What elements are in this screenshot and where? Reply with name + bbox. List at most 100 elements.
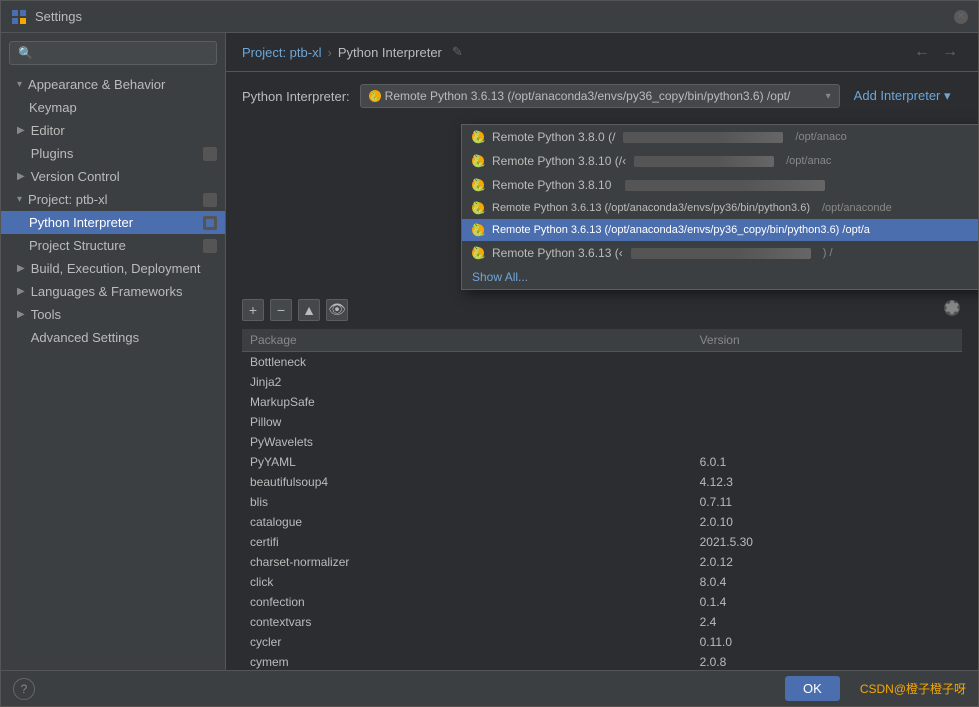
table-row[interactable]: PyYAML6.0.1 xyxy=(242,452,962,472)
expand-arrow-editor: ▶ xyxy=(17,125,25,136)
sidebar-item-label: Plugins xyxy=(31,146,74,161)
table-row[interactable]: beautifulsoup44.12.3 xyxy=(242,472,962,492)
sidebar-item-plugins[interactable]: ▶ Plugins xyxy=(1,142,225,165)
sidebar-item-label: Python Interpreter xyxy=(29,215,133,230)
add-package-button[interactable]: + xyxy=(242,299,264,321)
interpreter-selected-text: Remote Python 3.6.13 (/opt/anaconda3/env… xyxy=(385,89,822,103)
search-input[interactable] xyxy=(9,41,217,65)
table-header: Package Version xyxy=(242,329,962,352)
nav-back[interactable]: ← xyxy=(910,41,934,63)
package-version xyxy=(692,432,962,452)
sidebar-item-editor[interactable]: ▶ Editor xyxy=(1,119,225,142)
package-name: cymem xyxy=(242,652,692,670)
app-icon xyxy=(11,9,27,25)
table-row[interactable]: Pillow xyxy=(242,412,962,432)
interpreter-label: Python Interpreter: xyxy=(242,89,350,104)
dropdown-item-label: Remote Python 3.8.10 xyxy=(492,178,611,192)
package-name: cycler xyxy=(242,632,692,652)
package-version xyxy=(692,412,962,432)
package-version: 0.1.4 xyxy=(692,592,962,612)
sidebar-item-tools[interactable]: ▶ Tools xyxy=(1,303,225,326)
blurred-path xyxy=(634,156,774,167)
watermark-text: CSDN@橙子橙子呀 xyxy=(860,680,966,697)
up-package-button[interactable]: ▲ xyxy=(298,299,320,321)
python-dot-icon: 🐍 xyxy=(369,90,381,102)
settings-icon-area xyxy=(942,298,962,321)
python-dot-icon: 🐍 xyxy=(472,131,484,143)
sidebar: ▾ Appearance & Behavior Keymap ▶ Editor … xyxy=(1,33,226,670)
table-row[interactable]: catalogue2.0.10 xyxy=(242,512,962,532)
sidebar-item-keymap[interactable]: Keymap xyxy=(1,96,225,119)
package-name: confection xyxy=(242,592,692,612)
python-dot-icon: 🐍 xyxy=(472,202,484,214)
sidebar-item-languages[interactable]: ▶ Languages & Frameworks xyxy=(1,280,225,303)
table-row[interactable]: MarkupSafe xyxy=(242,392,962,412)
dropdown-item-py380[interactable]: 🐍 Remote Python 3.8.0 (/ /opt/anaco xyxy=(462,125,978,149)
add-interpreter-button[interactable]: Add Interpreter ▾ xyxy=(850,84,955,108)
nav-forward[interactable]: → xyxy=(938,41,962,63)
dropdown-item-py3613b[interactable]: 🐍 Remote Python 3.6.13 (/opt/anaconda3/e… xyxy=(462,219,978,241)
eye-button[interactable]: 👁 xyxy=(326,299,348,321)
breadcrumb-current: Python Interpreter xyxy=(338,45,442,60)
sidebar-item-advanced[interactable]: ▶ Advanced Settings xyxy=(1,326,225,349)
package-name: catalogue xyxy=(242,512,692,532)
dropdown-item-py3613a[interactable]: 🐍 Remote Python 3.6.13 (/opt/anaconda3/e… xyxy=(462,197,978,219)
table-row[interactable]: certifi2021.5.30 xyxy=(242,532,962,552)
col-version: Version xyxy=(692,329,962,352)
dropdown-item-label: Remote Python 3.6.13 (/opt/anaconda3/env… xyxy=(492,224,870,236)
edit-icon[interactable]: ✎ xyxy=(452,44,463,60)
package-name: PyWavelets xyxy=(242,432,692,452)
dropdown-item-suffix: /opt/anac xyxy=(786,155,831,167)
table-row[interactable]: confection0.1.4 xyxy=(242,592,962,612)
table-row[interactable]: Jinja2 xyxy=(242,372,962,392)
dropdown-item-py3810b[interactable]: 🐍 Remote Python 3.8.10 xyxy=(462,173,978,197)
interpreter-dropdown[interactable]: 🐍 Remote Python 3.6.13 (/opt/anaconda3/e… xyxy=(360,84,840,108)
table-row[interactable]: cycler0.11.0 xyxy=(242,632,962,652)
package-version: 2.0.12 xyxy=(692,552,962,572)
remove-package-button[interactable]: − xyxy=(270,299,292,321)
interpreter-badge xyxy=(203,216,217,230)
dropdown-item-py3613c[interactable]: 🐍 Remote Python 3.6.13 (‹ ) / xyxy=(462,241,978,265)
sidebar-item-label: Build, Execution, Deployment xyxy=(31,261,201,276)
interpreter-dropdown-popup: 🐍 Remote Python 3.8.0 (/ /opt/anaco 🐍 Re… xyxy=(461,124,978,290)
sidebar-item-label: Keymap xyxy=(29,100,77,115)
packages-tbody: BottleneckJinja2MarkupSafePillowPyWavele… xyxy=(242,352,962,671)
sidebar-item-label: Languages & Frameworks xyxy=(31,284,183,299)
expand-arrow-appearance: ▾ xyxy=(17,79,22,90)
expand-arrow-languages: ▶ xyxy=(17,286,25,297)
table-row[interactable]: charset-normalizer2.0.12 xyxy=(242,552,962,572)
sidebar-item-version-control[interactable]: ▶ Version Control xyxy=(1,165,225,188)
expand-arrow-project: ▾ xyxy=(17,194,22,205)
blurred-path xyxy=(631,248,811,259)
ok-button[interactable]: OK xyxy=(785,676,840,701)
dropdown-item-py3810a[interactable]: 🐍 Remote Python 3.8.10 (/‹ /opt/anac xyxy=(462,149,978,173)
package-version: 2.0.10 xyxy=(692,512,962,532)
package-name: Jinja2 xyxy=(242,372,692,392)
breadcrumb-project[interactable]: Project: ptb-xl xyxy=(242,45,321,60)
sidebar-item-build[interactable]: ▶ Build, Execution, Deployment xyxy=(1,257,225,280)
sidebar-item-project[interactable]: ▾ Project: ptb-xl xyxy=(1,188,225,211)
show-all-interpreters[interactable]: Show All... xyxy=(462,265,978,289)
dropdown-arrow-icon: ▾ xyxy=(826,91,831,102)
sidebar-item-appearance[interactable]: ▾ Appearance & Behavior xyxy=(1,73,225,96)
breadcrumb: Project: ptb-xl › Python Interpreter ✎ xyxy=(242,44,463,60)
expand-arrow-vc: ▶ xyxy=(17,171,25,182)
expand-arrow-build: ▶ xyxy=(17,263,25,274)
table-row[interactable]: PyWavelets xyxy=(242,432,962,452)
package-name: contextvars xyxy=(242,612,692,632)
package-name: Bottleneck xyxy=(242,352,692,373)
main-content: Project: ptb-xl › Python Interpreter ✎ ←… xyxy=(226,33,978,670)
sidebar-item-project-structure[interactable]: Project Structure xyxy=(1,234,225,257)
table-row[interactable]: blis0.7.11 xyxy=(242,492,962,512)
table-row[interactable]: click8.0.4 xyxy=(242,572,962,592)
table-row[interactable]: contextvars2.4 xyxy=(242,612,962,632)
sidebar-item-python-interpreter[interactable]: Python Interpreter xyxy=(1,211,225,234)
table-row[interactable]: cymem2.0.8 xyxy=(242,652,962,670)
close-button[interactable]: ✕ xyxy=(954,10,968,24)
table-row[interactable]: Bottleneck xyxy=(242,352,962,373)
structure-badge xyxy=(203,239,217,253)
help-button[interactable]: ? xyxy=(13,678,35,700)
dropdown-item-suffix: ) / xyxy=(823,247,833,259)
package-version xyxy=(692,352,962,373)
sidebar-item-label: Project: ptb-xl xyxy=(28,192,107,207)
